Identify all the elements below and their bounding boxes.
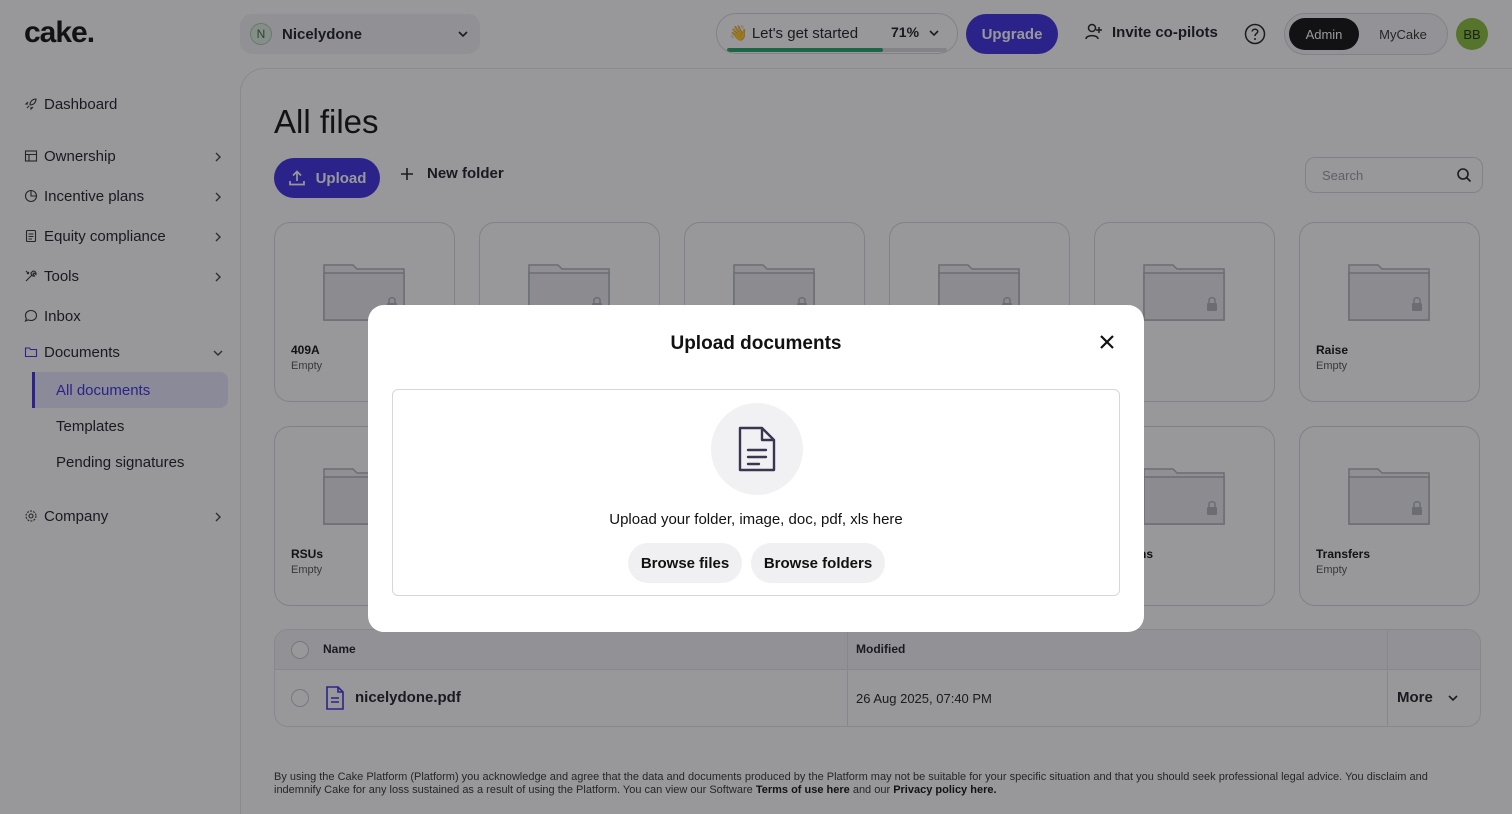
app-root: cake. N Nicelydone 👋 Let's get started 7… xyxy=(0,0,1512,814)
file-dropzone[interactable]: Upload your folder, image, doc, pdf, xls… xyxy=(392,389,1120,596)
browse-files-button[interactable]: Browse files xyxy=(628,543,742,583)
browse-folders-button[interactable]: Browse folders xyxy=(751,543,885,583)
dropzone-instructions: Upload your folder, image, doc, pdf, xls… xyxy=(609,511,903,528)
modal-title: Upload documents xyxy=(670,333,842,354)
upload-documents-modal: Upload documents Upload your folder, ima… xyxy=(368,305,1144,632)
close-icon[interactable] xyxy=(1098,333,1116,351)
document-icon xyxy=(711,403,803,495)
